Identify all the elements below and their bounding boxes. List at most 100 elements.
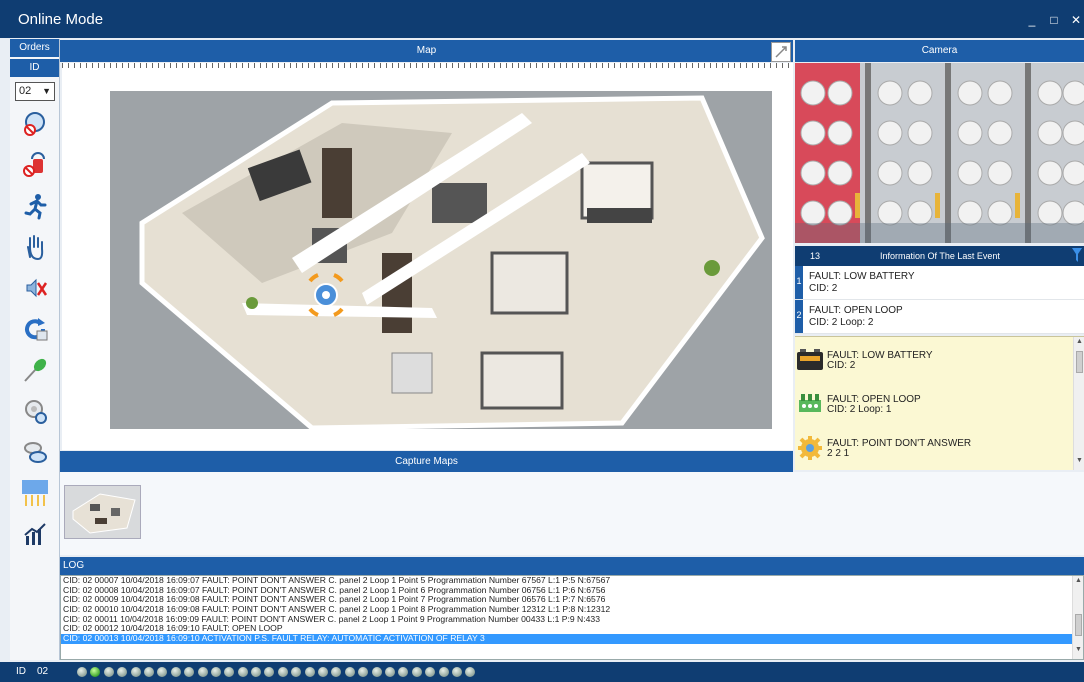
map-view-icon bbox=[22, 480, 48, 506]
panel-indicator-led[interactable] bbox=[384, 667, 395, 677]
hand-stop-button[interactable] bbox=[15, 229, 55, 265]
event-number: 2 bbox=[795, 300, 803, 333]
capture-maps-header: Capture Maps bbox=[60, 451, 793, 473]
panel-indicator-led[interactable] bbox=[90, 667, 101, 677]
panel-indicator-led[interactable] bbox=[117, 667, 128, 677]
close-button[interactable]: ✕ bbox=[1068, 12, 1084, 28]
maximize-window-button[interactable]: □ bbox=[1046, 12, 1062, 28]
scroll-thumb[interactable] bbox=[1075, 614, 1082, 636]
panel-indicator-led[interactable] bbox=[77, 667, 87, 677]
panel-indicator-led[interactable] bbox=[371, 667, 382, 677]
detector-icon bbox=[25, 400, 47, 424]
detector-button[interactable] bbox=[15, 393, 55, 429]
panel-indicator-led[interactable] bbox=[224, 667, 235, 677]
floor-plan-image bbox=[110, 91, 772, 431]
panel-indicator-led[interactable] bbox=[318, 667, 329, 677]
panel-indicator-led[interactable] bbox=[411, 667, 422, 677]
panel-indicator-led[interactable] bbox=[291, 667, 302, 677]
fault-detail: CID: 2 Loop: 1 bbox=[827, 404, 892, 415]
mute-buzzer-icon bbox=[26, 278, 48, 298]
panel-indicator-led[interactable] bbox=[143, 667, 154, 677]
panel-indicator-led[interactable] bbox=[344, 667, 355, 677]
panel-indicator-led[interactable] bbox=[197, 667, 208, 677]
panel-indicator-led[interactable] bbox=[251, 667, 262, 677]
status-bar: ID 02 bbox=[0, 662, 1084, 682]
panel-indicator-led[interactable] bbox=[170, 667, 181, 677]
status-id-value: 02 bbox=[37, 666, 49, 677]
panel-indicator-led[interactable] bbox=[184, 667, 195, 677]
panel-indicator-led[interactable] bbox=[103, 667, 114, 677]
panel-indicator-row bbox=[77, 667, 479, 677]
minimize-button[interactable]: _ bbox=[1024, 12, 1040, 28]
fault-item[interactable]: FAULT: LOW BATTERY CID: 2 bbox=[795, 341, 1070, 381]
camera-image bbox=[795, 63, 1084, 243]
log-scrollbar[interactable]: ▲ ▼ bbox=[1072, 576, 1083, 659]
zone-disable-button[interactable] bbox=[15, 106, 55, 142]
panel-indicator-led[interactable] bbox=[237, 667, 248, 677]
led-test-button[interactable] bbox=[15, 352, 55, 388]
led-test-icon bbox=[24, 358, 47, 382]
orders-header: Orders bbox=[10, 39, 59, 57]
panel-indicator-led[interactable] bbox=[264, 667, 275, 677]
status-id-label: ID bbox=[16, 666, 26, 677]
title-bar: Online Mode _ □ ✕ bbox=[0, 0, 1084, 38]
event-detail: CID: 2 Loop: 2 bbox=[809, 317, 874, 328]
loop-connector-icon bbox=[799, 394, 821, 412]
zone-disable-icon bbox=[24, 112, 45, 136]
event-detail: CID: 2 bbox=[809, 283, 838, 294]
last-event-item[interactable]: 1 FAULT: LOW BATTERY CID: 2 bbox=[795, 266, 1084, 300]
panel-indicator-led[interactable] bbox=[130, 667, 141, 677]
id-header: ID bbox=[10, 59, 59, 77]
hand-stop-icon bbox=[27, 235, 44, 261]
chevron-down-icon: ▼ bbox=[42, 86, 51, 96]
panel-indicator-led[interactable] bbox=[277, 667, 288, 677]
scroll-thumb[interactable] bbox=[1076, 351, 1083, 373]
map-thumbnail[interactable] bbox=[64, 485, 141, 539]
capture-maps-panel bbox=[60, 472, 1084, 555]
detector-test-button[interactable] bbox=[15, 434, 55, 470]
panel-indicator-led[interactable] bbox=[465, 667, 476, 677]
last-event-list: 1 FAULT: LOW BATTERY CID: 2 2 FAULT: OPE… bbox=[795, 266, 1084, 334]
fault-item[interactable]: FAULT: OPEN LOOP CID: 2 Loop: 1 bbox=[795, 385, 1070, 425]
panel-indicator-led[interactable] bbox=[438, 667, 449, 677]
panel-indicator-led[interactable] bbox=[398, 667, 409, 677]
map-view-button[interactable] bbox=[15, 475, 55, 511]
statistics-button[interactable] bbox=[15, 516, 55, 552]
last-event-item[interactable]: 2 FAULT: OPEN LOOP CID: 2 Loop: 2 bbox=[795, 300, 1084, 334]
map-header: Map bbox=[60, 40, 793, 62]
scroll-up-icon[interactable]: ▲ bbox=[1073, 577, 1083, 589]
event-number: 1 bbox=[795, 266, 803, 299]
statistics-icon bbox=[24, 523, 46, 545]
evacuate-icon bbox=[24, 194, 47, 220]
evacuate-button[interactable] bbox=[15, 188, 55, 224]
expand-map-button[interactable] bbox=[771, 42, 791, 62]
map-thumbnail-image bbox=[65, 486, 140, 538]
event-type: FAULT: OPEN LOOP bbox=[809, 305, 903, 316]
id-select[interactable]: 02 ▼ bbox=[15, 82, 55, 101]
panel-indicator-led[interactable] bbox=[304, 667, 315, 677]
fault-list: FAULT: LOW BATTERY CID: 2 FAULT: OPEN LO… bbox=[795, 336, 1084, 470]
reset-button[interactable] bbox=[15, 311, 55, 347]
last-event-title: Information Of The Last Event bbox=[880, 251, 1000, 261]
mute-buzzer-button[interactable] bbox=[15, 270, 55, 306]
last-event-header: 13 Information Of The Last Event bbox=[795, 246, 1084, 266]
panel-indicator-led[interactable] bbox=[451, 667, 462, 677]
scroll-up-icon[interactable]: ▲ bbox=[1074, 338, 1084, 350]
camera-header: Camera bbox=[795, 40, 1084, 62]
panel-indicator-led[interactable] bbox=[331, 667, 342, 677]
panel-indicator-led[interactable] bbox=[210, 667, 221, 677]
siren-silence-button[interactable] bbox=[15, 147, 55, 183]
log-list[interactable]: CID: 02 00007 10/04/2018 16:09:07 FAULT:… bbox=[60, 575, 1084, 660]
scroll-down-icon[interactable]: ▼ bbox=[1073, 646, 1083, 658]
scroll-down-icon[interactable]: ▼ bbox=[1074, 457, 1084, 469]
panel-indicator-led[interactable] bbox=[157, 667, 168, 677]
gear-icon bbox=[798, 436, 822, 460]
camera-feed[interactable] bbox=[795, 63, 1084, 243]
fault-item[interactable]: FAULT: POINT DON'T ANSWER 2 2 1 bbox=[795, 429, 1070, 469]
log-entry-selected[interactable]: CID: 02 00013 10/04/2018 16:09:10 ACTIVA… bbox=[61, 633, 1083, 644]
fault-list-scrollbar[interactable]: ▲ ▼ bbox=[1073, 337, 1084, 470]
floor-plan-map[interactable] bbox=[62, 63, 793, 450]
event-count: 13 bbox=[810, 251, 821, 261]
panel-indicator-led[interactable] bbox=[358, 667, 369, 677]
panel-indicator-led[interactable] bbox=[425, 667, 436, 677]
